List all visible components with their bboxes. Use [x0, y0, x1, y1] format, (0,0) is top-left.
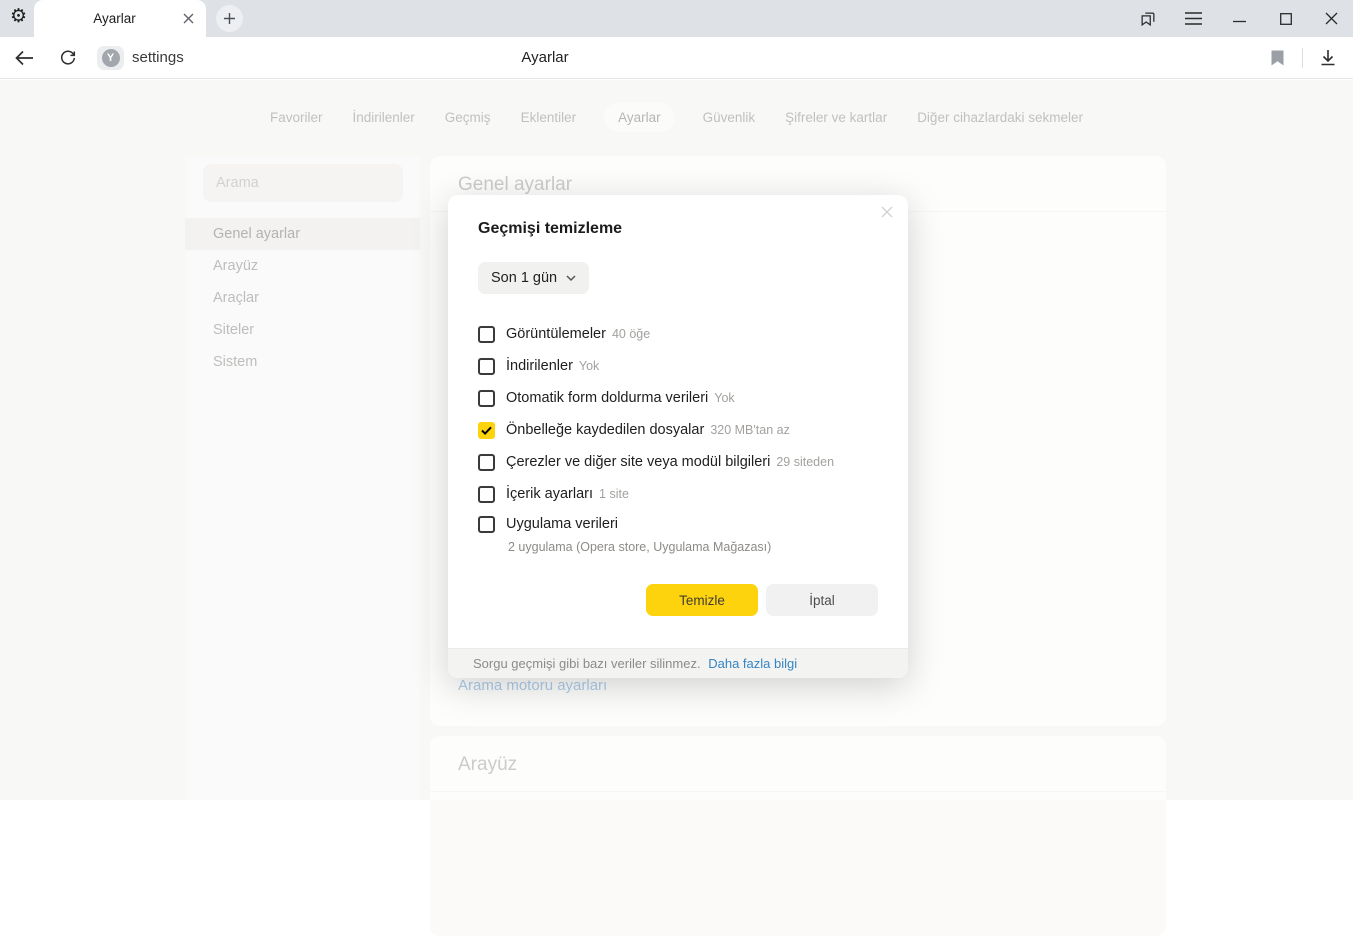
back-icon[interactable] [13, 47, 35, 69]
downloads-icon[interactable] [1317, 47, 1339, 69]
browser-settings-gear-icon[interactable]: ⚙ [10, 5, 27, 28]
toolbar-right [1266, 37, 1353, 78]
settings-page: Favoriler İndirilenler Geçmiş Eklentiler… [0, 80, 1353, 800]
checkbox[interactable] [478, 390, 495, 407]
omnibox-page-title: Ayarlar [445, 49, 645, 66]
new-tab-button[interactable] [216, 5, 243, 32]
option-row-cookies[interactable]: Çerezler ve diğer site veya modül bilgil… [478, 446, 878, 478]
window-controls [1138, 0, 1341, 37]
side-panel-icon[interactable] [1138, 9, 1157, 28]
time-range-value: Son 1 gün [491, 270, 557, 286]
footer-note: Sorgu geçmişi gibi bazı veriler silinmez… [473, 656, 701, 671]
checkbox[interactable] [478, 516, 495, 533]
bookmark-icon[interactable] [1266, 47, 1288, 69]
option-row-content-settings[interactable]: İçerik ayarları 1 site [478, 478, 878, 510]
tab-close-icon[interactable] [179, 10, 197, 28]
checkbox[interactable] [478, 422, 495, 439]
address-toolbar: Y settings Ayarlar [0, 37, 1353, 79]
dialog-close-icon[interactable] [877, 202, 897, 222]
browser-tab[interactable]: Ayarlar [34, 0, 206, 37]
clear-history-dialog: Geçmişi temizleme Son 1 gün Görüntülemel… [448, 195, 908, 678]
dialog-title: Geçmişi temizleme [478, 220, 878, 238]
tab-title: Ayarlar [34, 11, 179, 26]
minimize-icon[interactable] [1230, 9, 1249, 28]
site-identity-badge[interactable]: Y [97, 46, 124, 70]
more-info-link[interactable]: Daha fazla bilgi [708, 656, 797, 671]
option-row-views[interactable]: Görüntülemeler 40 öğe [478, 318, 878, 350]
tab-strip: ⚙ Ayarlar [0, 0, 1353, 37]
checkbox[interactable] [478, 454, 495, 471]
checkbox[interactable] [478, 358, 495, 375]
time-range-dropdown[interactable]: Son 1 gün [478, 262, 589, 294]
maximize-icon[interactable] [1276, 9, 1295, 28]
option-row-autofill[interactable]: Otomatik form doldurma verileri Yok [478, 382, 878, 414]
url-text[interactable]: settings [132, 49, 184, 66]
checkbox[interactable] [478, 486, 495, 503]
close-window-icon[interactable] [1322, 9, 1341, 28]
clear-button[interactable]: Temizle [646, 584, 758, 616]
toolbar-separator [1302, 48, 1303, 68]
dialog-footer: Sorgu geçmişi gibi bazı veriler silinmez… [448, 648, 908, 678]
option-row-cache[interactable]: Önbelleğe kaydedilen dosyalar 320 MB'tan… [478, 414, 878, 446]
app-data-subdetail: 2 uygulama (Opera store, Uygulama Mağaza… [508, 538, 878, 560]
clear-history-options: Görüntülemeler 40 öğe İndirilenler Yok O… [478, 318, 878, 560]
option-row-app-data[interactable]: Uygulama verileri [478, 510, 878, 538]
cancel-button[interactable]: İptal [766, 584, 878, 616]
checkbox[interactable] [478, 326, 495, 343]
menu-icon[interactable] [1184, 9, 1203, 28]
chevron-down-icon [566, 275, 576, 282]
yandex-badge-icon: Y [102, 49, 120, 67]
option-row-downloads[interactable]: İndirilenler Yok [478, 350, 878, 382]
dialog-buttons: Temizle İptal [478, 584, 878, 616]
reload-icon[interactable] [57, 47, 79, 69]
